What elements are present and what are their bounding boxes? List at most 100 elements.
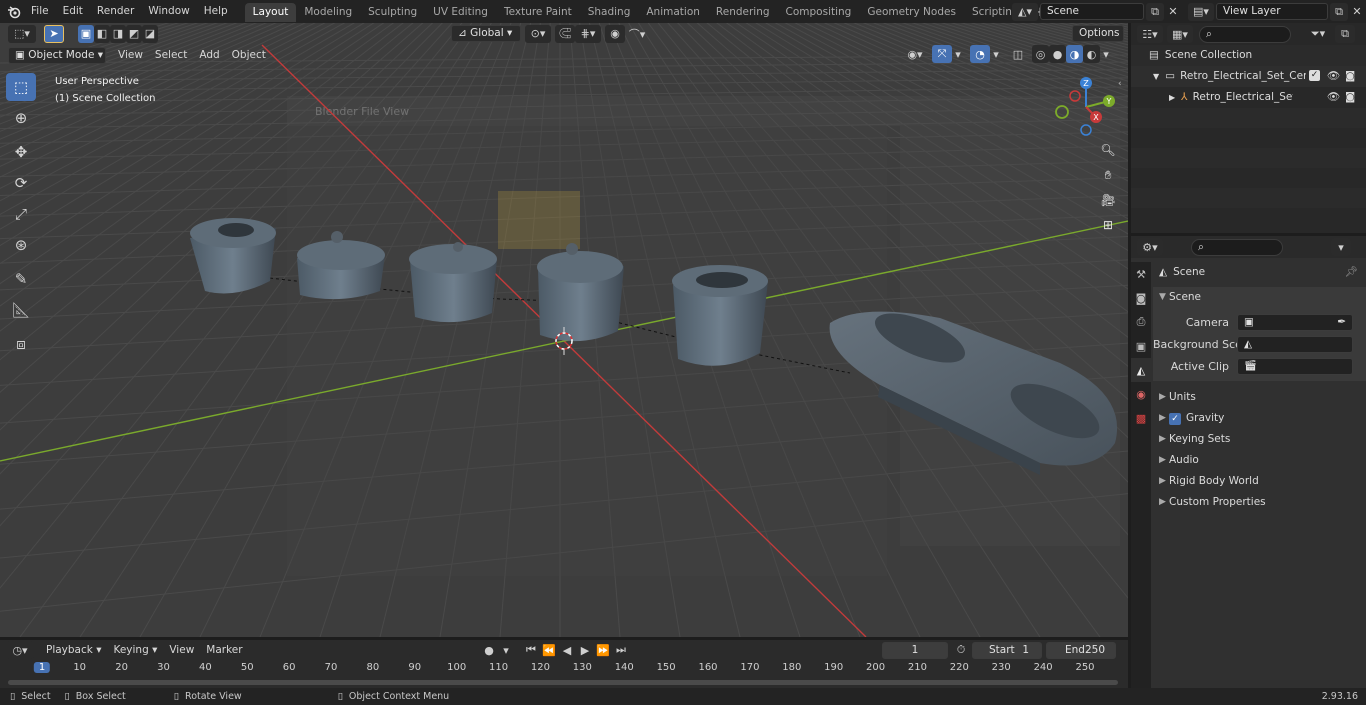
proportional-editing-icon[interactable]: ◉ (605, 24, 625, 43)
scale-tool-icon[interactable]: ⤢ (6, 200, 36, 228)
pin-icon[interactable]: 📌︎ (1345, 262, 1358, 283)
menu-render[interactable]: Render (90, 0, 141, 23)
blender-logo-icon[interactable] (4, 3, 24, 21)
subpanel-audio[interactable]: ▶ Audio (1153, 450, 1366, 471)
visibility-eye-icon[interactable]: 👁︎ (1327, 66, 1340, 87)
new-collection-icon[interactable]: ⧉ (1335, 25, 1355, 43)
menu-window[interactable]: Window (141, 0, 196, 23)
exclude-checkbox[interactable]: ✓ (1309, 70, 1320, 81)
snap-target-icon[interactable]: ⋕▾ (575, 24, 601, 43)
active-clip-field[interactable]: 🎬︎ (1237, 357, 1353, 375)
tab-texture-paint[interactable]: Texture Paint (496, 3, 580, 22)
subpanel-gravity[interactable]: ▶ ✓ Gravity (1153, 408, 1366, 429)
tab-shading[interactable]: Shading (580, 3, 639, 22)
texture-tab-icon[interactable]: ▩ (1131, 406, 1151, 430)
move-tool-icon[interactable]: ✥ (6, 138, 36, 166)
viewport-menu-view[interactable]: View (112, 46, 149, 65)
outliner-display-mode-icon[interactable]: ▦▾ (1167, 25, 1193, 43)
scene-tab-icon[interactable]: ◭ (1131, 358, 1151, 382)
viewport-menu-object[interactable]: Object (226, 46, 272, 65)
render-camera-icon[interactable]: ◙ (1345, 66, 1355, 87)
annotate-tool-icon[interactable]: ✎ (6, 265, 36, 293)
render-camera-icon[interactable]: ◙ (1345, 87, 1355, 108)
object-mode-dropdown[interactable]: ▣ Object Mode ▾ (8, 46, 106, 64)
outliner-row-collection[interactable]: ▼ ▭ Retro_Electrical_Set_Ceramic_ ✓ 👁︎ ◙ (1131, 66, 1366, 87)
output-tab-icon[interactable]: ⎙ (1131, 310, 1151, 334)
menu-file[interactable]: File (24, 0, 56, 23)
select-box-tool-icon[interactable]: ⬚ (6, 73, 36, 101)
playhead-frame-label[interactable]: 1 (33, 662, 51, 673)
eyedropper-icon[interactable]: ✒ (1337, 315, 1346, 330)
pivot-point-icon[interactable]: ⊙▾ (525, 24, 551, 43)
shading-material-icon[interactable]: ◑ (1066, 45, 1083, 63)
background-scene-field[interactable]: ◭ (1237, 335, 1353, 353)
options-dropdown[interactable]: Options ▾ (1072, 25, 1124, 42)
new-view-layer-icon[interactable]: ⧉ (1330, 2, 1348, 21)
rotate-tool-icon[interactable]: ⟳ (6, 169, 36, 197)
view-layer-icon[interactable]: ▤▾ (1188, 2, 1214, 21)
visibility-icon[interactable]: ◉▾ (902, 45, 928, 63)
shading-solid-icon[interactable]: ● (1049, 45, 1066, 63)
tool-tab-icon[interactable]: ⚒ (1131, 262, 1151, 286)
delete-view-layer-icon[interactable]: ✕ (1348, 3, 1366, 21)
gizmo-dropdown-icon[interactable]: ▾ (952, 45, 964, 63)
measure-tool-icon[interactable]: 📐︎ (6, 296, 36, 324)
select-mode-subtract-icon[interactable]: ◨ (110, 24, 126, 43)
subpanel-keying-sets[interactable]: ▶ Keying Sets (1153, 429, 1366, 450)
shading-wireframe-icon[interactable]: ◎ (1032, 45, 1049, 63)
select-mode-extend-icon[interactable]: ◧ (94, 24, 110, 43)
xray-toggle-icon[interactable]: ◫ (1008, 45, 1028, 63)
camera-field[interactable]: ▣ ✒ (1237, 313, 1353, 331)
cursor-tool-icon[interactable]: ⊕ (6, 104, 36, 132)
visibility-eye-icon[interactable]: 👁︎ (1327, 87, 1340, 108)
scene-name-field[interactable]: Scene (1040, 3, 1144, 20)
navigation-gizmo[interactable]: Z Y X (1052, 75, 1122, 139)
subpanel-units[interactable]: ▶ Units (1153, 387, 1366, 408)
pan-hand-icon[interactable]: ✋︎ (1097, 164, 1119, 186)
timeline-scrollbar[interactable] (8, 680, 1118, 685)
select-mode-intersect-icon[interactable]: ◪ (142, 24, 158, 43)
shading-rendered-icon[interactable]: ◐ (1083, 45, 1100, 63)
snap-toggle-icon[interactable]: 🧲︎ (555, 24, 575, 43)
expand-arrow-icon[interactable]: ▼ (1153, 66, 1159, 87)
tab-uv-editing[interactable]: UV Editing (425, 3, 496, 22)
sidebar-toggle-icon[interactable]: ‹ (1118, 79, 1122, 89)
tab-compositing[interactable]: Compositing (778, 3, 860, 22)
overlay-toggle-icon[interactable]: ◔ (970, 45, 990, 63)
filter-icon[interactable]: ⏷▾ (1305, 25, 1331, 43)
gravity-checkbox[interactable]: ✓ (1169, 412, 1181, 425)
perspective-toggle-icon[interactable]: ⊞ (1097, 214, 1119, 236)
view-layer-tab-icon[interactable]: ▣ (1131, 334, 1151, 358)
subpanel-custom-properties[interactable]: ▶ Custom Properties (1153, 492, 1366, 513)
outliner-editor-icon[interactable]: ☷▾ (1137, 25, 1163, 43)
select-mode-new-icon[interactable]: ▣ (78, 24, 94, 43)
new-scene-icon[interactable]: ⧉ (1146, 2, 1164, 21)
shading-dropdown-icon[interactable]: ▾ (1100, 45, 1112, 63)
expand-arrow-icon[interactable]: ▶ (1169, 87, 1175, 108)
tab-sculpting[interactable]: Sculpting (360, 3, 425, 22)
outliner-search-input[interactable]: ⌕ (1199, 25, 1291, 43)
tab-geometry-nodes[interactable]: Geometry Nodes (859, 3, 964, 22)
viewport-menu-select[interactable]: Select (149, 46, 193, 65)
gizmo-toggle-icon[interactable]: ⤧ (932, 45, 952, 63)
overlay-dropdown-icon[interactable]: ▾ (990, 45, 1002, 63)
subpanel-rigid-body-world[interactable]: ▶ Rigid Body World (1153, 471, 1366, 492)
properties-options-icon[interactable]: ▾ (1331, 238, 1351, 256)
properties-editor-icon[interactable]: ⚙▾ (1137, 238, 1163, 256)
properties-search-input[interactable]: ⌕ (1191, 238, 1283, 256)
proportional-falloff-icon[interactable]: ⌒▾ (625, 25, 649, 43)
zoom-icon[interactable]: 🔍︎ (1097, 139, 1119, 161)
tab-modeling[interactable]: Modeling (296, 3, 360, 22)
scene-icon[interactable]: ◭▾ (1012, 2, 1038, 21)
view-layer-field[interactable]: View Layer (1216, 3, 1328, 20)
add-cube-tool-icon[interactable]: ⧈ (6, 330, 36, 358)
transform-tool-icon[interactable]: ⊛ (6, 231, 36, 259)
render-tab-icon[interactable]: ◙ (1131, 286, 1151, 310)
select-mode-invert-icon[interactable]: ◩ (126, 24, 142, 43)
outliner-row-scene-collection[interactable]: ▤ Scene Collection (1131, 45, 1366, 66)
menu-help[interactable]: Help (197, 0, 235, 23)
outliner-row-empty-object[interactable]: ▶ ⅄ Retro_Electrical_Set_Cera 👁︎ ◙ (1131, 87, 1366, 108)
3d-viewport[interactable]: Blender File View ⬚▾ ➤ ▣ ◧ ◨ ◩ ◪ ⊿ Globa… (0, 23, 1128, 637)
viewport-menu-add[interactable]: Add (193, 46, 225, 65)
world-tab-icon[interactable]: ◉ (1131, 382, 1151, 406)
